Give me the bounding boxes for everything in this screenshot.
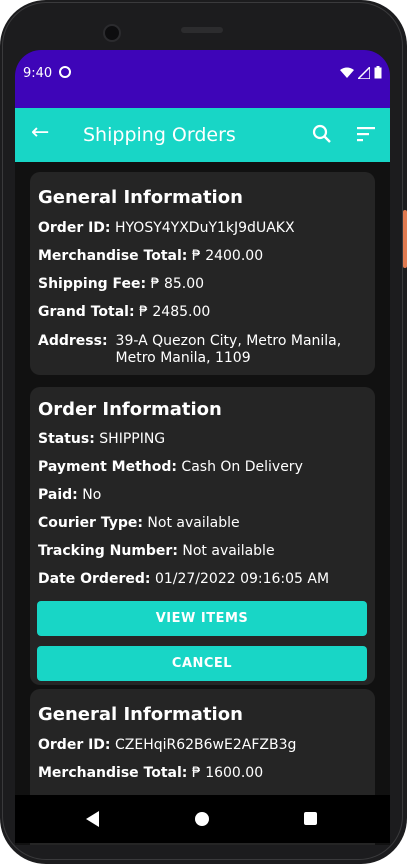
field-label: Merchandise Total: — [38, 765, 188, 781]
courier-type-value: Not available — [147, 515, 240, 531]
field-label: Courier Type: — [38, 515, 143, 531]
address-value: 39-A Quezon City, Metro Manila, Metro Ma… — [116, 333, 342, 367]
paid-row: Paid: No — [38, 487, 101, 503]
field-label: Grand Total: — [38, 304, 135, 320]
address-line-2: Metro Manila, 1109 — [115, 350, 251, 366]
order-id-row: Order ID: HYOSY4YXDuY1kJ9dUAKX — [38, 220, 295, 236]
address-line-1: 39-A Quezon City, Metro Manila, — [115, 333, 342, 349]
merchandise-total-value: ₱ 2400.00 — [191, 248, 264, 264]
status-time: 9:40 — [23, 66, 53, 81]
field-label: Paid: — [38, 487, 78, 503]
front-camera — [103, 24, 121, 42]
system-nav-bar — [15, 795, 390, 843]
field-label: Tracking Number: — [38, 543, 178, 559]
field-label: Order ID: — [38, 737, 111, 753]
earpiece-speaker — [181, 27, 223, 33]
tracking-number-value: Not available — [182, 543, 275, 559]
grand-total-row: Grand Total: ₱ 2485.00 — [38, 304, 210, 320]
app-bar: ← Shipping Orders — [15, 108, 390, 162]
nav-home-icon[interactable] — [195, 812, 209, 826]
screen: 9:40 ← Shipping Orders General Informati… — [15, 50, 390, 845]
view-items-button[interactable]: VIEW ITEMS — [37, 601, 367, 636]
page-title: Shipping Orders — [83, 124, 236, 146]
field-label: Address: — [38, 333, 108, 349]
field-label: Payment Method: — [38, 459, 177, 475]
grand-total-value: ₱ 2485.00 — [139, 304, 211, 320]
status-bar: 9:40 — [15, 50, 390, 108]
field-label: Order ID: — [38, 220, 111, 236]
wifi-icon — [340, 67, 354, 78]
cancel-button[interactable]: CANCEL — [37, 646, 367, 681]
field-label: Date Ordered: — [38, 571, 151, 587]
date-ordered-value: 01/27/2022 09:16:05 AM — [154, 571, 330, 587]
nav-recents-icon[interactable] — [304, 812, 317, 825]
merchandise-total-row: Merchandise Total: ₱ 2400.00 — [38, 248, 263, 264]
date-ordered-row: Date Ordered: 01/27/2022 09:16:05 AM — [38, 571, 329, 587]
order-id-value: CZEHqiR62B6wE2AFZB3g — [114, 737, 297, 753]
order-id-row: Order ID: CZEHqiR62B6wE2AFZB3g — [38, 737, 296, 753]
merchandise-total-value: ₱ 1600.00 — [191, 765, 264, 781]
field-label: Status: — [38, 431, 95, 447]
paid-value: No — [82, 487, 102, 503]
search-icon[interactable] — [311, 123, 333, 145]
tracking-number-row: Tracking Number: Not available — [38, 543, 275, 559]
courier-type-row: Courier Type: Not available — [38, 515, 240, 531]
field-label: Shipping Fee: — [38, 276, 147, 292]
orders-list[interactable]: General Information Order ID: HYOSY4YXDu… — [15, 162, 390, 845]
merchandise-total-row: Merchandise Total: ₱ 1600.00 — [38, 765, 263, 781]
side-button[interactable] — [403, 210, 407, 268]
status-icons — [340, 66, 382, 79]
field-label: Merchandise Total: — [38, 248, 188, 264]
order-id-value: HYOSY4YXDuY1kJ9dUAKX — [114, 220, 295, 236]
signal-icon — [358, 66, 370, 79]
status-row: Status: SHIPPING — [38, 431, 165, 447]
shipping-fee-row: Shipping Fee: ₱ 85.00 — [38, 276, 204, 292]
filter-sort-icon[interactable] — [355, 123, 377, 145]
order-info-card: Order Information Status: SHIPPING Payme… — [30, 387, 375, 685]
app-notification-icon — [59, 66, 71, 78]
section-heading: General Information — [38, 187, 243, 208]
section-heading: General Information — [38, 704, 243, 725]
payment-method-value: Cash On Delivery — [181, 459, 303, 475]
back-arrow-icon[interactable]: ← — [31, 122, 49, 144]
phone-frame: 9:40 ← Shipping Orders General Informati… — [0, 0, 407, 864]
nav-back-icon[interactable] — [86, 811, 99, 827]
section-heading: Order Information — [38, 399, 222, 420]
status-value: SHIPPING — [99, 431, 166, 447]
address-row: Address: 39-A Quezon City, Metro Manila,… — [38, 333, 341, 367]
battery-icon — [374, 66, 382, 79]
general-info-card: General Information Order ID: HYOSY4YXDu… — [30, 172, 375, 375]
payment-method-row: Payment Method: Cash On Delivery — [38, 459, 303, 475]
shipping-fee-value: ₱ 85.00 — [150, 276, 205, 292]
